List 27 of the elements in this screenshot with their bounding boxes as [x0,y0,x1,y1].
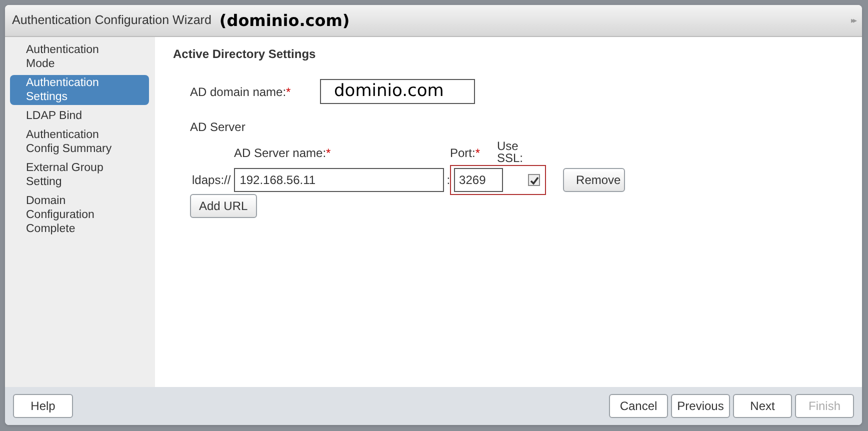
remove-button[interactable]: Remove [563,168,626,192]
protocol-label: ldaps:// [192,172,231,189]
column-label: Use SSL: [497,140,524,164]
ssl-checkbox[interactable] [528,174,540,186]
section-heading: Active Directory Settings [173,46,317,63]
footer-button[interactable]: Next [733,394,792,418]
sidebar-item[interactable]: LDAP Bind [10,108,145,124]
sidebar-item[interactable]: External Group Setting [10,160,145,190]
port-field[interactable]: 3269 [454,168,504,192]
footer-button[interactable]: Previous [671,394,730,418]
sidebar-item[interactable]: Domain Configuration Complete [10,193,145,237]
section-label: AD Server [190,119,246,136]
column-label: Port:* [450,145,482,162]
footer-button[interactable]: Help [13,394,73,418]
footer-button[interactable]: Cancel [609,394,668,418]
add-url-button[interactable]: Add URL [190,194,257,218]
sidebar-item[interactable]: Authentication Config Summary [10,127,145,157]
sidebar-item[interactable]: Authentication Mode [10,42,145,72]
check-icon [530,176,539,184]
window-subtitle: (dominio.com) [219,10,350,32]
sidebar-item[interactable]: Authentication Settings [10,75,149,105]
separator-text: : [446,172,450,189]
window-title: Authentication Configuration Wizard [12,12,212,30]
domain-field[interactable]: dominio.com [320,79,475,104]
field-label: AD domain name:* [190,84,292,100]
server-name-field[interactable]: 192.168.56.11 [234,168,444,192]
column-label: AD Server name:* [234,145,332,162]
